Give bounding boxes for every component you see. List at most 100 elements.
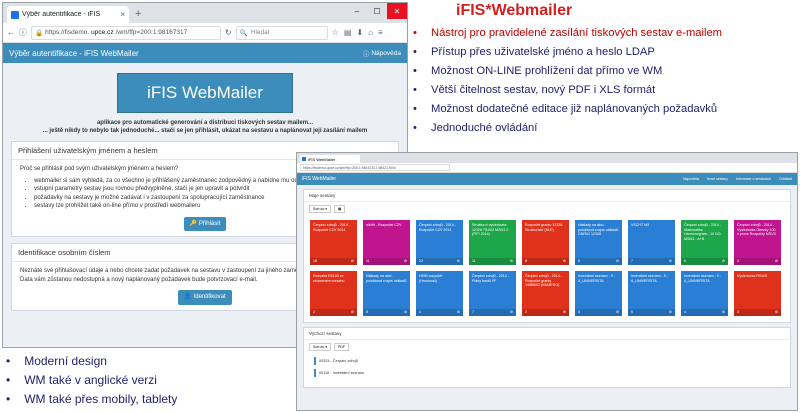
report-tile[interactable]: Inventární seznam - 9 - A_UNIVERSITA 6 ⚙ bbox=[628, 271, 675, 316]
report-tile[interactable]: Čerpání zdrojů - 2014 - Rozpočet CZV 201… bbox=[310, 220, 357, 265]
report-tile-count: 5 bbox=[578, 310, 580, 315]
gear-icon[interactable]: ⚙ bbox=[351, 259, 354, 264]
close-window-button[interactable]: ✕ bbox=[387, 3, 407, 19]
nav-help[interactable]: Nápověda bbox=[683, 177, 699, 181]
table-row[interactable]: 00324 - Čerpání zdrojů bbox=[314, 357, 780, 365]
gear-icon[interactable]: ⚙ bbox=[669, 310, 672, 315]
identify-button[interactable]: 👤 Identifikovat bbox=[178, 290, 232, 305]
new-tab-button[interactable]: + bbox=[135, 6, 141, 23]
feature-item: • Nástroj pro pravidelené zasílání tiskov… bbox=[413, 24, 722, 43]
bullet-icon: • bbox=[413, 65, 417, 77]
maximize-button[interactable]: ☐ bbox=[367, 3, 387, 19]
sort-select-2[interactable]: Sort do ▾ bbox=[309, 343, 332, 351]
report-tile-label: Rozvaha R0100 ve zkráceném rozsahu bbox=[313, 274, 345, 283]
gear-icon[interactable]: ⚙ bbox=[775, 310, 778, 315]
report-tile-label: Inventární seznam - 9 - A_UNIVERSITA bbox=[631, 274, 668, 283]
report-tile[interactable]: Čerpání zdrojů - 2014 - Rozpočet CZV 201… bbox=[416, 220, 463, 265]
report-tile-label: Čerpání zdrojů - 2014 - Rozpočet CZV 201… bbox=[419, 223, 456, 232]
help-link[interactable]: ⓘ Nápověda bbox=[362, 48, 401, 59]
gear-icon[interactable]: ⚙ bbox=[404, 310, 407, 315]
second-tab-bar: iFIS WebMailer bbox=[297, 153, 797, 163]
report-tile[interactable]: nikHit - Rozpočet CZV 11 ⚙ bbox=[363, 220, 410, 265]
report-tile-footer: 2 ⚙ bbox=[310, 309, 357, 316]
table-row[interactable]: 00116 - Inventární seznam bbox=[314, 369, 780, 377]
info-icon[interactable]: ⓘ bbox=[19, 27, 27, 38]
toolbar-icons: ☆ ▤ ⬇ ⌂ ≡ bbox=[332, 28, 383, 37]
bullet-icon: • bbox=[6, 354, 11, 368]
refresh-icon[interactable]: ↻ bbox=[225, 28, 232, 37]
home-icon[interactable]: ⌂ bbox=[368, 28, 373, 37]
download-icon[interactable]: ⬇ bbox=[356, 28, 363, 37]
report-tile[interactable]: HMM rozpočet (Hmotnost) 4 ⚙ bbox=[416, 271, 463, 316]
lock-icon: 🔒 bbox=[35, 29, 44, 37]
report-tile[interactable]: Čerpání zdrojů - 2014 - Matematika Harmo… bbox=[681, 220, 728, 265]
star-icon[interactable]: ☆ bbox=[332, 28, 339, 37]
report-tile[interactable]: Náklady na akci - položková rozpis nákla… bbox=[363, 271, 410, 316]
report-tile[interactable]: Rozpočet grantu 12328 Strukturální (NLE)… bbox=[522, 220, 569, 265]
report-tile[interactable]: Strukturní výsledovka 12328 75-002 MZM1 … bbox=[469, 220, 516, 265]
gear-icon[interactable]: ⚙ bbox=[563, 310, 566, 315]
search-input[interactable]: 🔍 Hledat bbox=[235, 25, 328, 40]
report-tile-footer: 8 ⚙ bbox=[522, 258, 569, 265]
user-icon: 👤 bbox=[184, 294, 192, 300]
pdf-icon[interactable]: PDF bbox=[334, 343, 350, 351]
report-tile-label: VSCHT M3 bbox=[631, 223, 650, 227]
browser-tab[interactable]: Výběr autentifikace - iFIS × bbox=[7, 6, 129, 23]
report-tile[interactable]: Čerpání zdrojů - 2014 - Výsledovka Obeck… bbox=[734, 220, 781, 265]
report-tile[interactable]: VSCHT M3 7 ⚙ bbox=[628, 220, 675, 265]
grid-view-icon[interactable]: ▦ bbox=[334, 205, 346, 213]
url-suffix: /wm/ffp=200:1:98167317 bbox=[115, 29, 188, 36]
gear-icon[interactable]: ⚙ bbox=[351, 310, 354, 315]
login-button-label: Přihlásit bbox=[198, 220, 221, 227]
gear-icon[interactable]: ⚙ bbox=[457, 259, 460, 264]
menu-icon[interactable]: ≡ bbox=[378, 28, 383, 37]
window-controls: – ☐ ✕ bbox=[347, 3, 407, 19]
report-tile-count: 11 bbox=[472, 259, 476, 264]
gear-icon[interactable]: ⚙ bbox=[510, 259, 513, 264]
report-tile[interactable]: Inventární seznam - 9 - A_UNIVERSITA 5 ⚙ bbox=[575, 271, 622, 316]
report-tile[interactable]: Výsledovka R0100 3 ⚙ bbox=[734, 271, 781, 316]
feature-item: • Možnost dodatečné editace již naplánova… bbox=[413, 100, 722, 119]
my-reports-box: Moje sestavy Sort do ▾ ▦ Čerpání zdrojů … bbox=[303, 189, 791, 323]
second-browser-tab[interactable]: iFIS WebMailer bbox=[300, 155, 360, 163]
gear-icon[interactable]: ⚙ bbox=[669, 259, 672, 264]
report-tile[interactable]: Náklady na akci - položková rozpis nákla… bbox=[575, 220, 622, 265]
gear-icon[interactable]: ⚙ bbox=[616, 310, 619, 315]
second-url-field[interactable]: https://fisdemo.upce.cz/wm/ffp=200:1:981… bbox=[300, 164, 450, 171]
gear-icon[interactable]: ⚙ bbox=[616, 259, 619, 264]
report-tile[interactable]: Čerpání zdrojů - 2014 - Rozpočet granty … bbox=[522, 271, 569, 316]
gear-icon[interactable]: ⚙ bbox=[775, 259, 778, 264]
gear-icon[interactable]: ⚙ bbox=[404, 259, 407, 264]
back-icon[interactable]: ← bbox=[7, 28, 15, 37]
favicon-icon bbox=[302, 157, 306, 161]
report-tile-footer: 8 ⚙ bbox=[363, 309, 410, 316]
report-tile-footer: 16 ⚙ bbox=[310, 258, 357, 265]
gear-icon[interactable]: ⚙ bbox=[722, 259, 725, 264]
search-placeholder: Hledat bbox=[250, 29, 270, 36]
report-tile[interactable]: Rozvaha R0100 ve zkráceném rozsahu 2 ⚙ bbox=[310, 271, 357, 316]
bullet-icon: • bbox=[6, 392, 11, 406]
url-field[interactable]: 🔒 https://fisdemo. upce.cz/wm/ffp=200:1:9… bbox=[31, 25, 221, 40]
nav-new-reports[interactable]: Nové sestavy bbox=[707, 177, 728, 181]
report-tile[interactable]: Čerpání zdrojů - 2014 - Plány fondů FF 7 ⚙ bbox=[469, 271, 516, 316]
nav-logout[interactable]: Odhlásit bbox=[779, 177, 792, 181]
minimize-button[interactable]: – bbox=[347, 3, 367, 19]
report-tile-count: 4 bbox=[684, 310, 686, 315]
close-tab-icon[interactable]: × bbox=[120, 10, 125, 19]
feature-text: Možnost dodatečné editace již naplánovan… bbox=[431, 103, 718, 115]
report-tile[interactable]: Inventární seznam - 9 - A_UNIVERSITA 4 ⚙ bbox=[681, 271, 728, 316]
gear-icon[interactable]: ⚙ bbox=[510, 310, 513, 315]
help-icon: ⓘ bbox=[362, 51, 370, 58]
feature-text: Nástroj pro pravidelené zasílání tiskový… bbox=[431, 27, 722, 39]
url-domain: upce.cz bbox=[91, 29, 114, 36]
login-button[interactable]: 🔑 Přihlásit bbox=[183, 216, 227, 231]
gear-icon[interactable]: ⚙ bbox=[722, 310, 725, 315]
nav-report-info[interactable]: Informace o sestavách bbox=[736, 177, 771, 181]
sort-select[interactable]: Sort do ▾ bbox=[309, 205, 332, 213]
default-reports-controls: Sort do ▾ PDF bbox=[304, 340, 790, 354]
intro-line-1: aplikace pro automatické generování a di… bbox=[96, 120, 314, 126]
gear-icon[interactable]: ⚙ bbox=[457, 310, 460, 315]
second-browser-window: iFIS WebMailer https://fisdemo.upce.cz/w… bbox=[296, 152, 798, 411]
reading-list-icon[interactable]: ▤ bbox=[344, 28, 352, 37]
gear-icon[interactable]: ⚙ bbox=[563, 259, 566, 264]
